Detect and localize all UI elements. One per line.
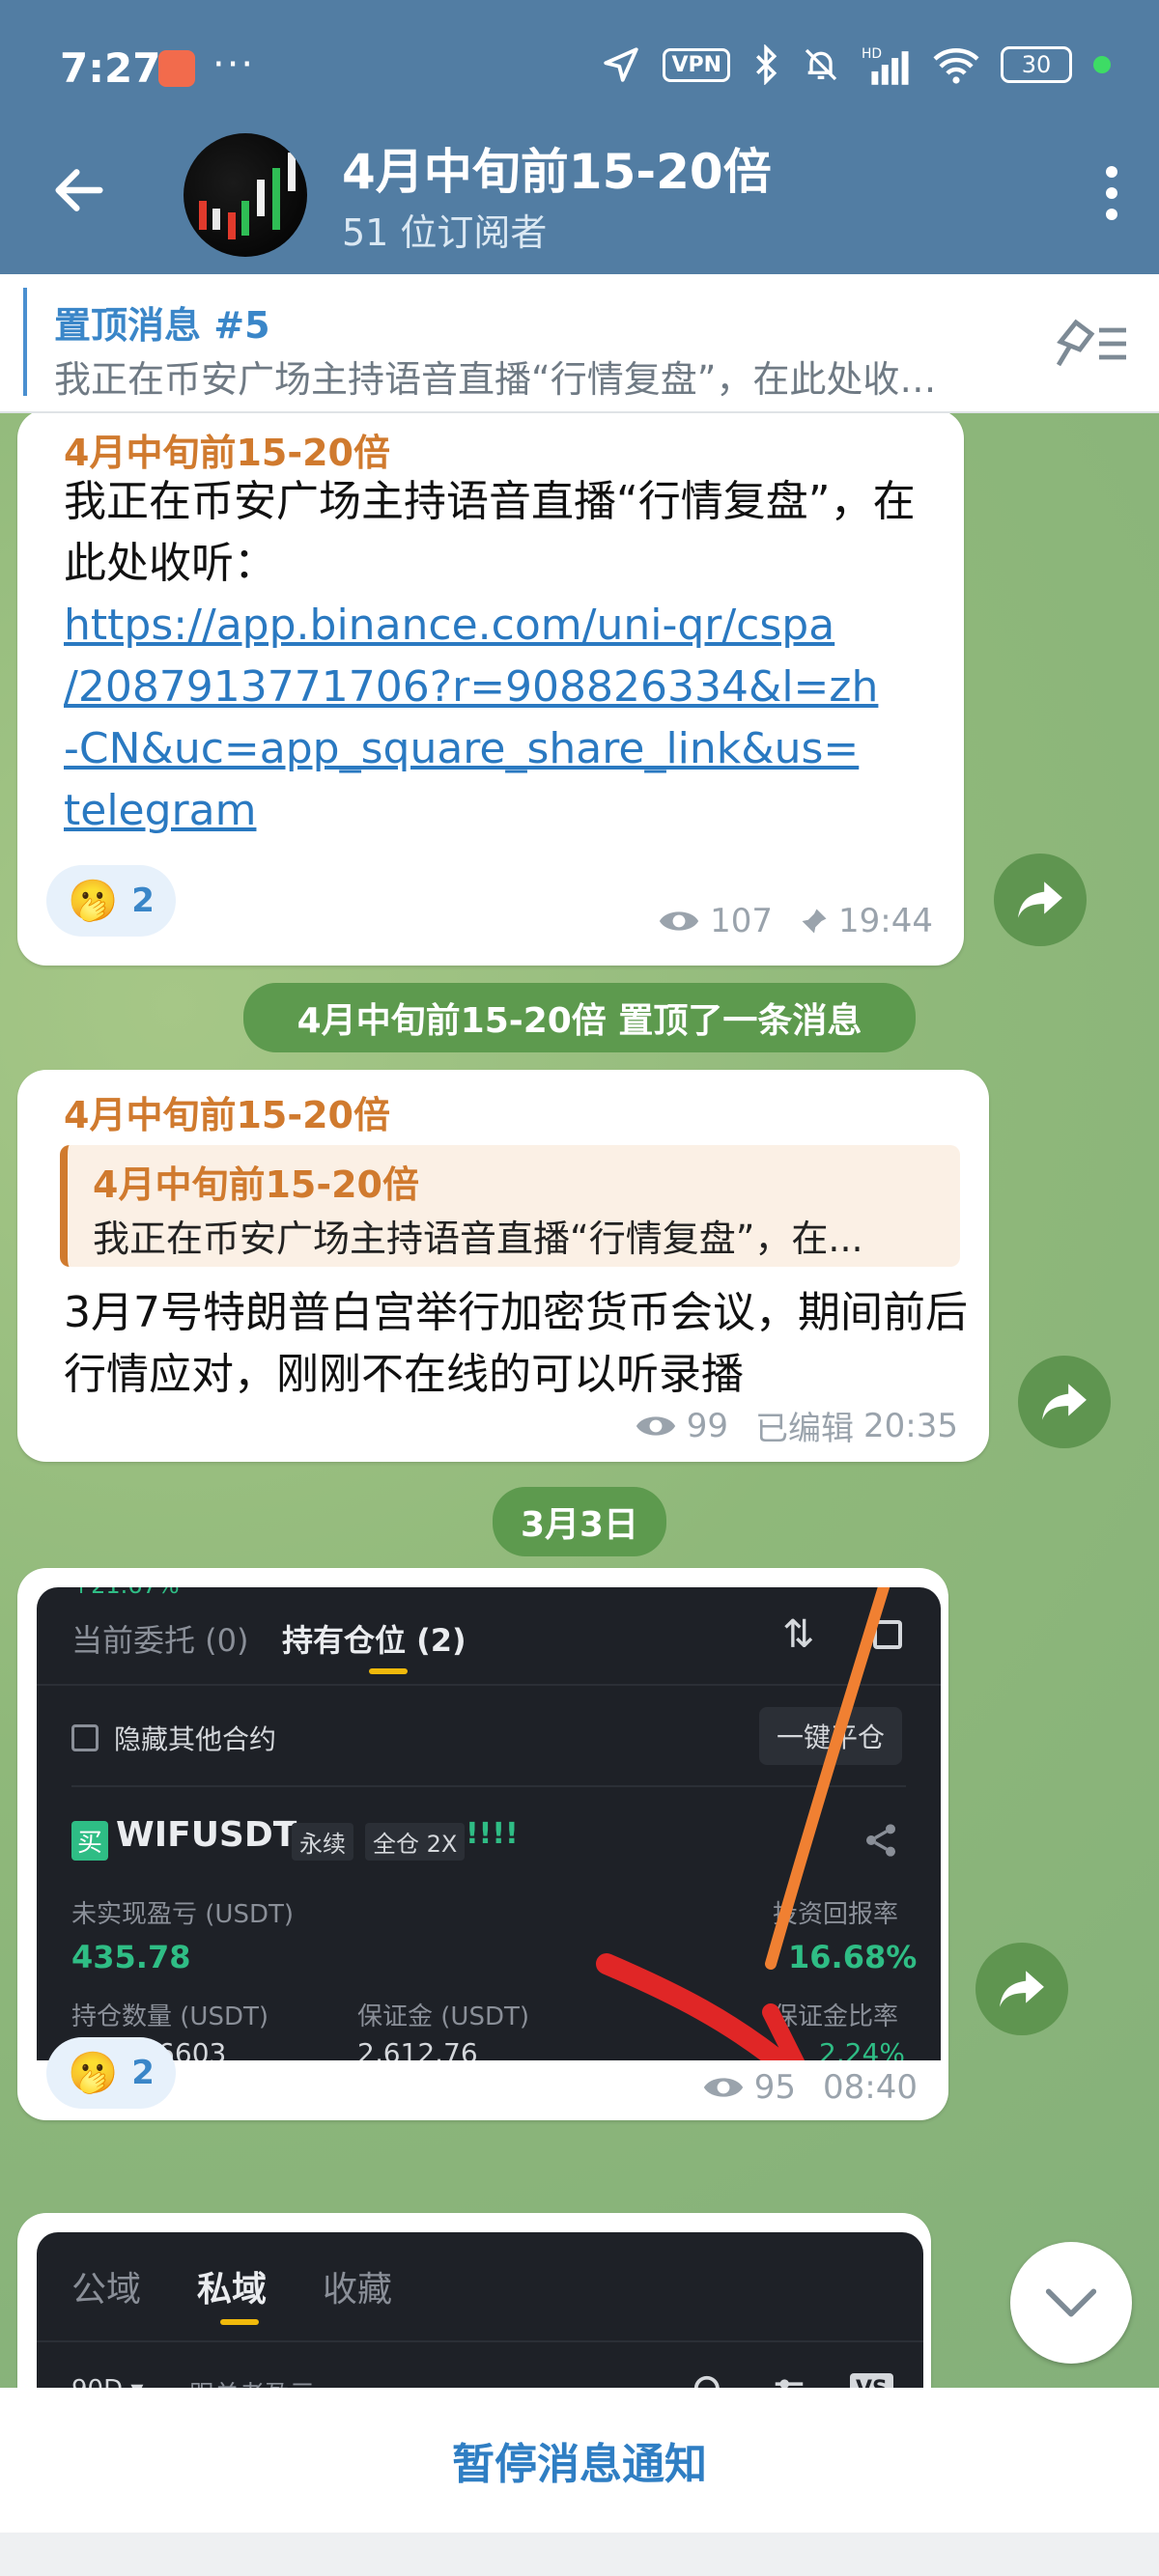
image-filter-period: 90D ▾ <box>71 2375 143 2388</box>
mute-notifications-button[interactable]: 暂停消息通知 <box>452 2429 707 2491</box>
reaction-count: 2 <box>131 2054 155 2092</box>
message-sender[interactable]: 4月中旬前15-20倍 <box>64 423 390 476</box>
status-icons: VPN HD 30 <box>601 44 1111 85</box>
message-text: 3月7号特朗普白宫举行加密货币会议，期间前后行情应对，刚刚不在线的可以听录播 <box>64 1288 968 1399</box>
image-divider <box>37 2340 923 2342</box>
more-notifications-indicator: ··· <box>212 42 256 87</box>
image-vs-icon: VS <box>850 2373 893 2388</box>
status-time: 7:27 <box>60 44 161 92</box>
message-time: 19:44 <box>838 902 933 940</box>
reaction-count: 2 <box>131 882 155 920</box>
link-line[interactable]: https://app.binance.com/uni-qr/cspa <box>64 595 952 657</box>
reaction-chip[interactable]: 🫢 2 <box>46 2037 176 2109</box>
status-bar: 7:27 ··· VPN HD 30 <box>0 0 1159 135</box>
image-search-icon <box>693 2375 720 2388</box>
pinned-indicator <box>23 288 27 396</box>
mute-notifications-bar[interactable]: 暂停消息通知 <box>0 2388 1159 2533</box>
message-time: 08:40 <box>823 2068 918 2107</box>
channel-title[interactable]: 4月中旬前15-20倍 <box>342 133 772 203</box>
view-count: 107 <box>710 902 774 940</box>
image-tab-private: 私域 <box>197 2270 268 2310</box>
mute-icon <box>805 48 837 81</box>
view-count: 99 <box>686 1406 729 1445</box>
svg-text:HD: HD <box>862 46 882 62</box>
link-line[interactable]: /2087913771706?r=908826334&l=zh <box>64 657 952 718</box>
message-meta: 99 已编辑 20:35 <box>635 1402 958 1449</box>
image-message-bubble[interactable]: +21.67% 当前委托 (0) 持有仓位 (2) ⇅ 隐藏其他合约 一键平仓 … <box>17 1568 948 2120</box>
reply-quote-title: 4月中旬前15-20倍 <box>93 1163 419 1206</box>
image-filter-icon <box>775 2379 804 2388</box>
link-line[interactable]: telegram <box>64 780 952 842</box>
share-arrow-icon <box>1018 882 1062 918</box>
bluetooth-icon <box>756 44 777 85</box>
image-tab-public: 公域 <box>71 2270 142 2310</box>
pinned-title: 置顶消息 #5 <box>54 304 270 347</box>
share-button[interactable] <box>994 854 1087 946</box>
wifi-icon <box>933 48 979 84</box>
edited-label: 已编辑 <box>755 1410 855 1448</box>
message-time: 20:35 <box>863 1406 958 1445</box>
location-icon <box>604 47 639 82</box>
scroll-to-bottom-button[interactable] <box>1010 2242 1132 2364</box>
shush-emoji-icon: 🫢 <box>68 877 119 924</box>
service-message: 4月中旬前15-20倍 置顶了一条消息 <box>243 983 916 1052</box>
message-bubble[interactable]: 4月中旬前15-20倍 我正在币安广场主持语音直播“行情复盘”，在此处收听： h… <box>17 413 964 966</box>
views-eye-icon <box>636 1415 675 1436</box>
share-button[interactable] <box>1018 1356 1111 1448</box>
hand-drawn-arrows <box>596 1587 890 2060</box>
copytrade-screenshot-image[interactable]: 公域 私域 收藏 90D ▾ 跟单者盈亏 ▾ VS <box>37 2232 923 2388</box>
message-meta: 95 08:40 <box>702 2068 918 2107</box>
message-meta: 107 19:44 <box>658 902 933 940</box>
reply-quote-text: 我正在币安广场主持语音直播“行情复盘”，在... <box>93 1218 863 1260</box>
image-tab-favorites: 收藏 <box>323 2270 393 2310</box>
message-text: 我正在币安广场主持语音直播“行情复盘”，在此处收听： <box>64 477 916 588</box>
link-line[interactable]: -CN&uc=app_square_share_link&us= <box>64 718 952 780</box>
system-nav-strip <box>0 2533 1159 2576</box>
battery-icon: 30 <box>1001 46 1072 83</box>
view-count: 95 <box>753 2068 797 2107</box>
privacy-indicator-dot <box>1093 56 1111 73</box>
chat-area[interactable]: 4月中旬前15-20倍 我正在币安广场主持语音直播“行情复盘”，在此处收听： h… <box>0 413 1159 2388</box>
trade-screenshot-image[interactable]: +21.67% 当前委托 (0) 持有仓位 (2) ⇅ 隐藏其他合约 一键平仓 … <box>37 1587 941 2060</box>
chevron-down-icon <box>1045 2288 1097 2317</box>
message-sender[interactable]: 4月中旬前15-20倍 <box>64 1085 390 1138</box>
views-eye-icon <box>659 911 699 931</box>
image-filter-pnl: 跟单者盈亏 ▾ <box>189 2375 335 2388</box>
reaction-chip[interactable]: 🫢 2 <box>46 865 176 937</box>
reply-quote[interactable]: 4月中旬前15-20倍 我正在币安广场主持语音直播“行情复盘”，在... <box>60 1145 960 1267</box>
share-arrow-icon <box>1042 1384 1087 1420</box>
share-button[interactable] <box>975 1943 1068 2035</box>
pinned-message-bar[interactable]: 置顶消息 #5 我正在币安广场主持语音直播“行情复盘”，在此处收… <box>0 274 1159 413</box>
more-menu-icon[interactable] <box>1097 166 1126 220</box>
pinned-text: 我正在币安广场主持语音直播“行情复盘”，在此处收… <box>54 358 937 401</box>
subscriber-count: 51 位订阅者 <box>342 211 548 254</box>
views-eye-icon <box>703 2078 743 2097</box>
pin-icon <box>802 909 827 934</box>
back-arrow-icon[interactable] <box>48 159 110 221</box>
shush-emoji-icon: 🫢 <box>68 2049 119 2096</box>
channel-avatar[interactable] <box>184 133 307 257</box>
message-link[interactable]: https://app.binance.com/uni-qr/cspa /208… <box>64 595 952 842</box>
message-bubble[interactable]: 4月中旬前15-20倍 4月中旬前15-20倍 我正在币安广场主持语音直播“行情… <box>17 1070 989 1462</box>
date-separator: 3月3日 <box>493 1487 666 1556</box>
image-message-bubble[interactable]: 公域 私域 收藏 90D ▾ 跟单者盈亏 ▾ VS <box>17 2213 931 2388</box>
pinned-list-icon[interactable] <box>1053 315 1130 373</box>
vpn-icon: VPN <box>663 47 730 82</box>
tab-underline <box>220 2319 259 2325</box>
signal-icon: HD <box>862 46 909 85</box>
notification-app-icon <box>158 50 195 87</box>
app-header: 7:27 ··· VPN HD 30 4月中旬前15-20倍 51 位订阅者 <box>0 0 1159 274</box>
share-arrow-icon <box>1000 1971 1044 2007</box>
